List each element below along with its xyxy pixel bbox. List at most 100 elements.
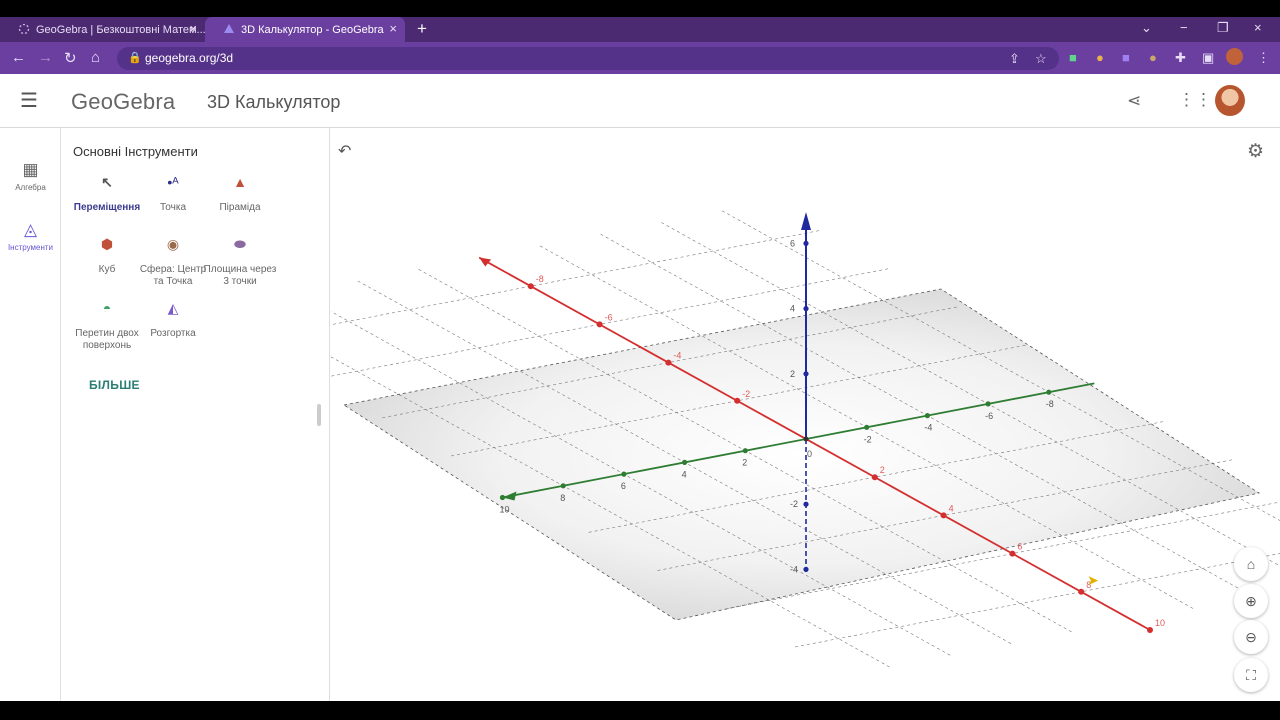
zoom-in-button[interactable]: ⊕ (1234, 584, 1268, 618)
x-axis-tick-point (527, 283, 534, 290)
y-axis-tick-point (1046, 389, 1052, 395)
browser-tab-2-active[interactable]: 3D Калькулятор - GeoGebra × (205, 17, 405, 42)
extension-icon[interactable]: ■ (1069, 50, 1077, 65)
tool-pyramid[interactable]: ▲ Піраміда (202, 175, 278, 214)
bookmark-star-icon[interactable]: ☆ (1035, 51, 1047, 67)
x-axis-tick-point (1009, 550, 1016, 557)
x-axis-tick-point (665, 359, 672, 366)
geogebra-logo[interactable]: GeoGebra (71, 89, 175, 115)
tool-label: Переміщення (73, 202, 141, 213)
address-bar[interactable]: 🔒 geogebra.org/3d ⇪ ☆ (117, 47, 1059, 70)
y-axis-tick-point (924, 413, 931, 419)
app-header: ☰ GeoGebra 3D Калькулятор ⋖ ⋮⋮ (0, 74, 1280, 128)
tool-cube[interactable]: ⬢ Куб (69, 236, 145, 276)
sidebar-item-algebra[interactable]: ▦ Алгебра (0, 160, 61, 192)
undo-icon[interactable]: ↶ (338, 141, 351, 161)
new-tab-button[interactable]: + (417, 19, 427, 39)
x-axis-tick-point (596, 321, 603, 328)
tools-panel: Основні Інструменти ↖ Переміщення •ᴬ Точ… (61, 128, 330, 701)
apps-grid-icon[interactable]: ⋮⋮ (1178, 90, 1212, 110)
grid-line (331, 230, 820, 326)
tool-net[interactable]: ◭ Розгортка (135, 301, 211, 340)
tool-label: Куб (98, 264, 116, 275)
z-axis-tick-point (803, 371, 809, 377)
fullscreen-icon: ⛶ (1246, 667, 1256, 683)
y-axis-tick-label: 8 (560, 493, 565, 503)
view-sidebar: ▦ Алгебра ◬ Інструменти (0, 128, 61, 701)
extension-icon[interactable]: ● (1149, 50, 1157, 65)
y-axis-tick-label: -2 (864, 434, 872, 444)
avatar[interactable] (1215, 85, 1245, 116)
tool-sphere[interactable]: ◉ Сфера: Центр та Точка (135, 237, 211, 288)
side-panel-icon[interactable]: ▣ (1202, 50, 1214, 66)
tool-intersect-surfaces[interactable]: ◓ Перетин двох поверхонь (69, 301, 145, 352)
home-view-button[interactable]: ⌂ (1234, 547, 1268, 581)
sidebar-item-label: Інструменти (7, 243, 54, 252)
forward-button[interactable]: → (38, 49, 53, 66)
url-text: geogebra.org/3d (145, 51, 234, 65)
y-axis-tick-label: -6 (985, 411, 993, 421)
x-axis-tick-label: 4 (949, 503, 954, 513)
z-axis-tick-point (803, 240, 809, 246)
tab-title: 3D Калькулятор - GeoGebra (241, 23, 384, 36)
x-axis-tick-label: 2 (880, 465, 885, 475)
panel-resize-handle[interactable] (317, 404, 321, 426)
y-axis-tick-point (560, 483, 566, 489)
minimize-button[interactable]: − (1180, 20, 1188, 35)
close-tab-icon[interactable]: × (389, 21, 397, 36)
cube-icon: ⬢ (100, 236, 114, 252)
tool-move[interactable]: ↖ Переміщення (69, 174, 145, 214)
reload-button[interactable]: ↻ (64, 49, 77, 67)
tool-plane-3-points[interactable]: ⬬ Площина через 3 точки (202, 236, 278, 288)
tools-icon: ◬ (23, 220, 38, 239)
extension-icon[interactable]: ■ (1122, 50, 1130, 65)
extensions-puzzle-icon[interactable]: ✚ (1175, 50, 1186, 66)
share-icon[interactable]: ⋖ (1127, 91, 1141, 111)
x-axis-tick-point (1078, 588, 1085, 595)
z-axis-tick-label: 4 (790, 304, 795, 314)
x-axis-arrow (479, 257, 492, 267)
y-axis-tick-label: 10 (500, 505, 510, 515)
panel-title: Основні Інструменти (73, 144, 198, 159)
restore-button[interactable]: ❐ (1217, 20, 1229, 36)
close-tab-icon[interactable]: × (189, 21, 197, 36)
y-axis-tick-point (682, 459, 688, 465)
back-button[interactable]: ← (11, 49, 26, 66)
browser-tab-bar: GeoGebra | Безкоштовні Матем... × 3D Кал… (0, 17, 1280, 42)
y-axis-tick-label: -4 (924, 423, 932, 433)
z-axis-tick-label: 6 (790, 238, 795, 248)
extension-icon[interactable]: ● (1096, 50, 1104, 65)
zoom-in-icon: ⊕ (1245, 593, 1257, 609)
menu-icon[interactable]: ☰ (20, 88, 38, 113)
sidebar-item-tools[interactable]: ◬ Інструменти (0, 220, 61, 252)
fullscreen-button[interactable]: ⛶ (1234, 658, 1268, 692)
y-axis-tick-label: 4 (682, 469, 687, 479)
zoom-out-button[interactable]: ⊖ (1234, 620, 1268, 654)
tool-point[interactable]: •ᴬ Точка (135, 175, 211, 214)
browser-menu-icon[interactable]: ⋮ (1257, 50, 1270, 66)
z-axis-tick-label: -2 (790, 499, 798, 509)
z-axis-tick-label: 2 (790, 369, 795, 379)
browser-tab-1[interactable]: GeoGebra | Безкоштовні Матем... × (0, 17, 205, 42)
more-tools-button[interactable]: БІЛЬШЕ (89, 378, 140, 392)
geogebra-app: ☰ GeoGebra 3D Калькулятор ⋖ ⋮⋮ ▦ Алгебра… (0, 74, 1280, 701)
profile-avatar[interactable] (1226, 48, 1243, 65)
home-button[interactable]: ⌂ (91, 49, 100, 66)
gear-icon[interactable]: ⚙ (1247, 140, 1264, 163)
3d-scene[interactable]: -8-6-4-2246810108642-2-4-6-8642-2-40 (331, 128, 1280, 701)
z-axis-tick-point (803, 501, 809, 507)
tab-search-icon[interactable]: ⌄ (1141, 20, 1152, 36)
x-axis-tick-point (871, 474, 878, 481)
tool-label: Площина через 3 точки (203, 264, 277, 287)
loading-icon (18, 23, 30, 35)
page-title: 3D Калькулятор (207, 92, 341, 112)
geogebra-favicon-icon (224, 24, 234, 33)
x-axis-tick-label: 10 (1155, 618, 1165, 628)
move-cursor-icon: ↖ (101, 174, 113, 190)
close-window-button[interactable]: × (1254, 20, 1262, 35)
x-axis-tick-point (734, 397, 741, 404)
origin-point (803, 436, 809, 442)
graphics-3d-view[interactable]: -8 -6 -4 -2 2 4 6 8 10 10 8 6 4 2 -2 -4 -6 -8 6 4 2 -2 -4 0 ↶ ⚙… (331, 128, 1280, 701)
share-page-icon[interactable]: ⇪ (1009, 51, 1020, 67)
plane-icon: ⬬ (234, 236, 246, 252)
